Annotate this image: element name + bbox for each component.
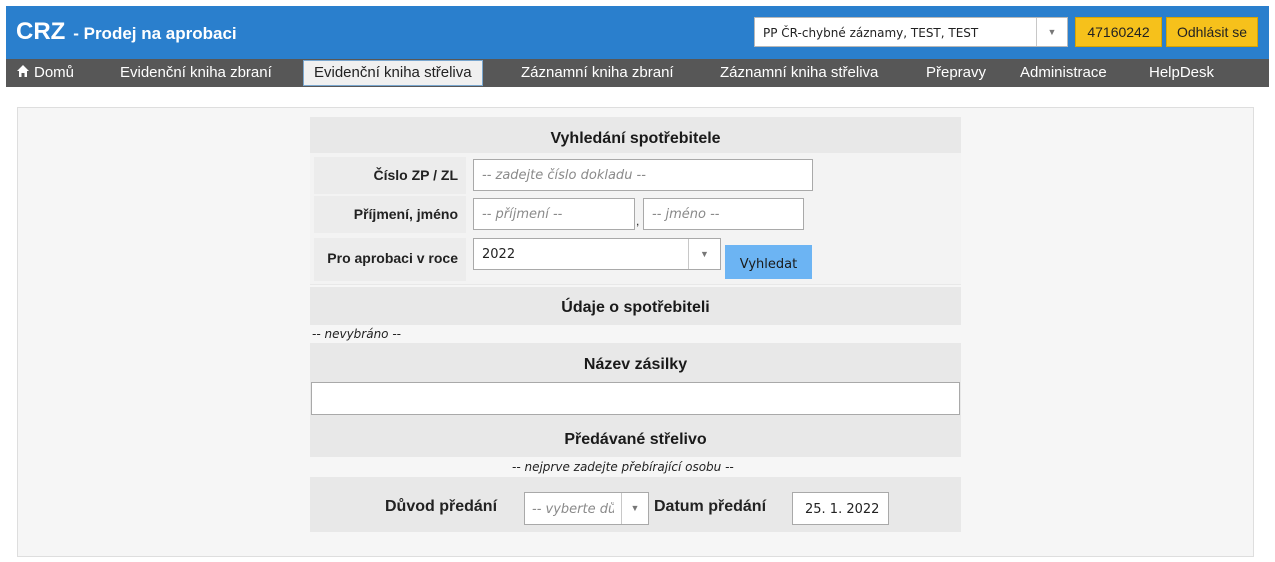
name-separator: , [636, 214, 640, 228]
year-select[interactable]: 2022 ▼ [473, 238, 721, 270]
reason-placeholder: -- vyberte dů [532, 502, 614, 517]
firstname-input[interactable]: -- jméno -- [643, 198, 804, 230]
chevron-down-icon[interactable]: ▼ [1036, 18, 1067, 46]
main-nav: Domů Evidenční kniha zbraní Evidenční kn… [6, 59, 1269, 87]
nav-item-administrace[interactable]: Administrace [1020, 59, 1107, 87]
shipment-name-input[interactable] [311, 382, 960, 415]
home-icon [17, 65, 29, 77]
doc-number-placeholder: -- zadejte číslo dokladu -- [482, 168, 646, 183]
consumer-section: Údaje o spotřebiteli [310, 287, 961, 325]
ammo-section-title: Předávané střelivo [564, 431, 707, 448]
consumer-status: -- nevybráno -- [312, 327, 401, 341]
page-title: - Prodej na aprobaci [73, 24, 237, 43]
nav-item-prepravy[interactable]: Přepravy [926, 59, 986, 87]
nav-item-zaznamni-kniha-streliva[interactable]: Záznamní kniha střeliva [720, 59, 878, 87]
ico-badge[interactable]: 47160242 [1075, 17, 1162, 47]
reason-select[interactable]: -- vyberte dů ▼ [524, 492, 649, 525]
ammo-section: Předávané střelivo [310, 419, 961, 457]
user-context-select[interactable]: PP ČR-chybné záznamy, TEST, TEST ▼ [754, 17, 1068, 47]
doc-number-input[interactable]: -- zadejte číslo dokladu -- [473, 159, 813, 191]
consumer-section-title: Údaje o spotřebiteli [561, 299, 710, 316]
logout-button[interactable]: Odhlásit se [1166, 17, 1258, 47]
ammo-note: -- nejprve zadejte přebírající osobu -- [512, 460, 734, 474]
name-label: Příjmení, jméno [314, 196, 466, 233]
nav-item-home[interactable]: Domů [16, 59, 74, 87]
app-brand: CRZ - Prodej na aprobaci [16, 18, 237, 46]
surname-input[interactable]: -- příjmení -- [473, 198, 635, 230]
doc-number-label: Číslo ZP / ZL [314, 157, 466, 194]
reason-label: Důvod předání [385, 498, 498, 515]
search-section-title: Vyhledání spotřebitele [550, 130, 721, 147]
surname-placeholder: -- příjmení -- [482, 207, 563, 222]
chevron-down-icon[interactable]: ▼ [688, 239, 720, 269]
chevron-down-icon[interactable]: ▼ [621, 493, 648, 524]
date-value: 25. 1. 2022 [805, 502, 880, 517]
user-context-value: PP ČR-chybné záznamy, TEST, TEST [763, 26, 979, 40]
date-input[interactable]: 25. 1. 2022 [792, 492, 889, 525]
search-button[interactable]: Vyhledat [725, 245, 812, 279]
year-value: 2022 [482, 247, 516, 262]
date-label: Datum předání [654, 498, 767, 515]
app-header: CRZ - Prodej na aprobaci PP ČR-chybné zá… [6, 6, 1269, 59]
consumer-status-row [310, 325, 961, 343]
nav-item-evidencni-kniha-zbrani[interactable]: Evidenční kniha zbraní [120, 59, 272, 87]
nav-item-helpdesk[interactable]: HelpDesk [1149, 59, 1214, 87]
nav-item-zaznamni-kniha-zbrani[interactable]: Záznamní kniha zbraní [521, 59, 674, 87]
shipment-section-title: Název zásilky [583, 356, 688, 373]
nav-item-label: Domů [34, 64, 75, 81]
firstname-placeholder: -- jméno -- [652, 207, 720, 222]
nav-item-evidencni-kniha-streliva[interactable]: Evidenční kniha střeliva [303, 60, 483, 86]
brand-title: CRZ [16, 18, 66, 45]
year-label: Pro aprobaci v roce [314, 238, 466, 281]
